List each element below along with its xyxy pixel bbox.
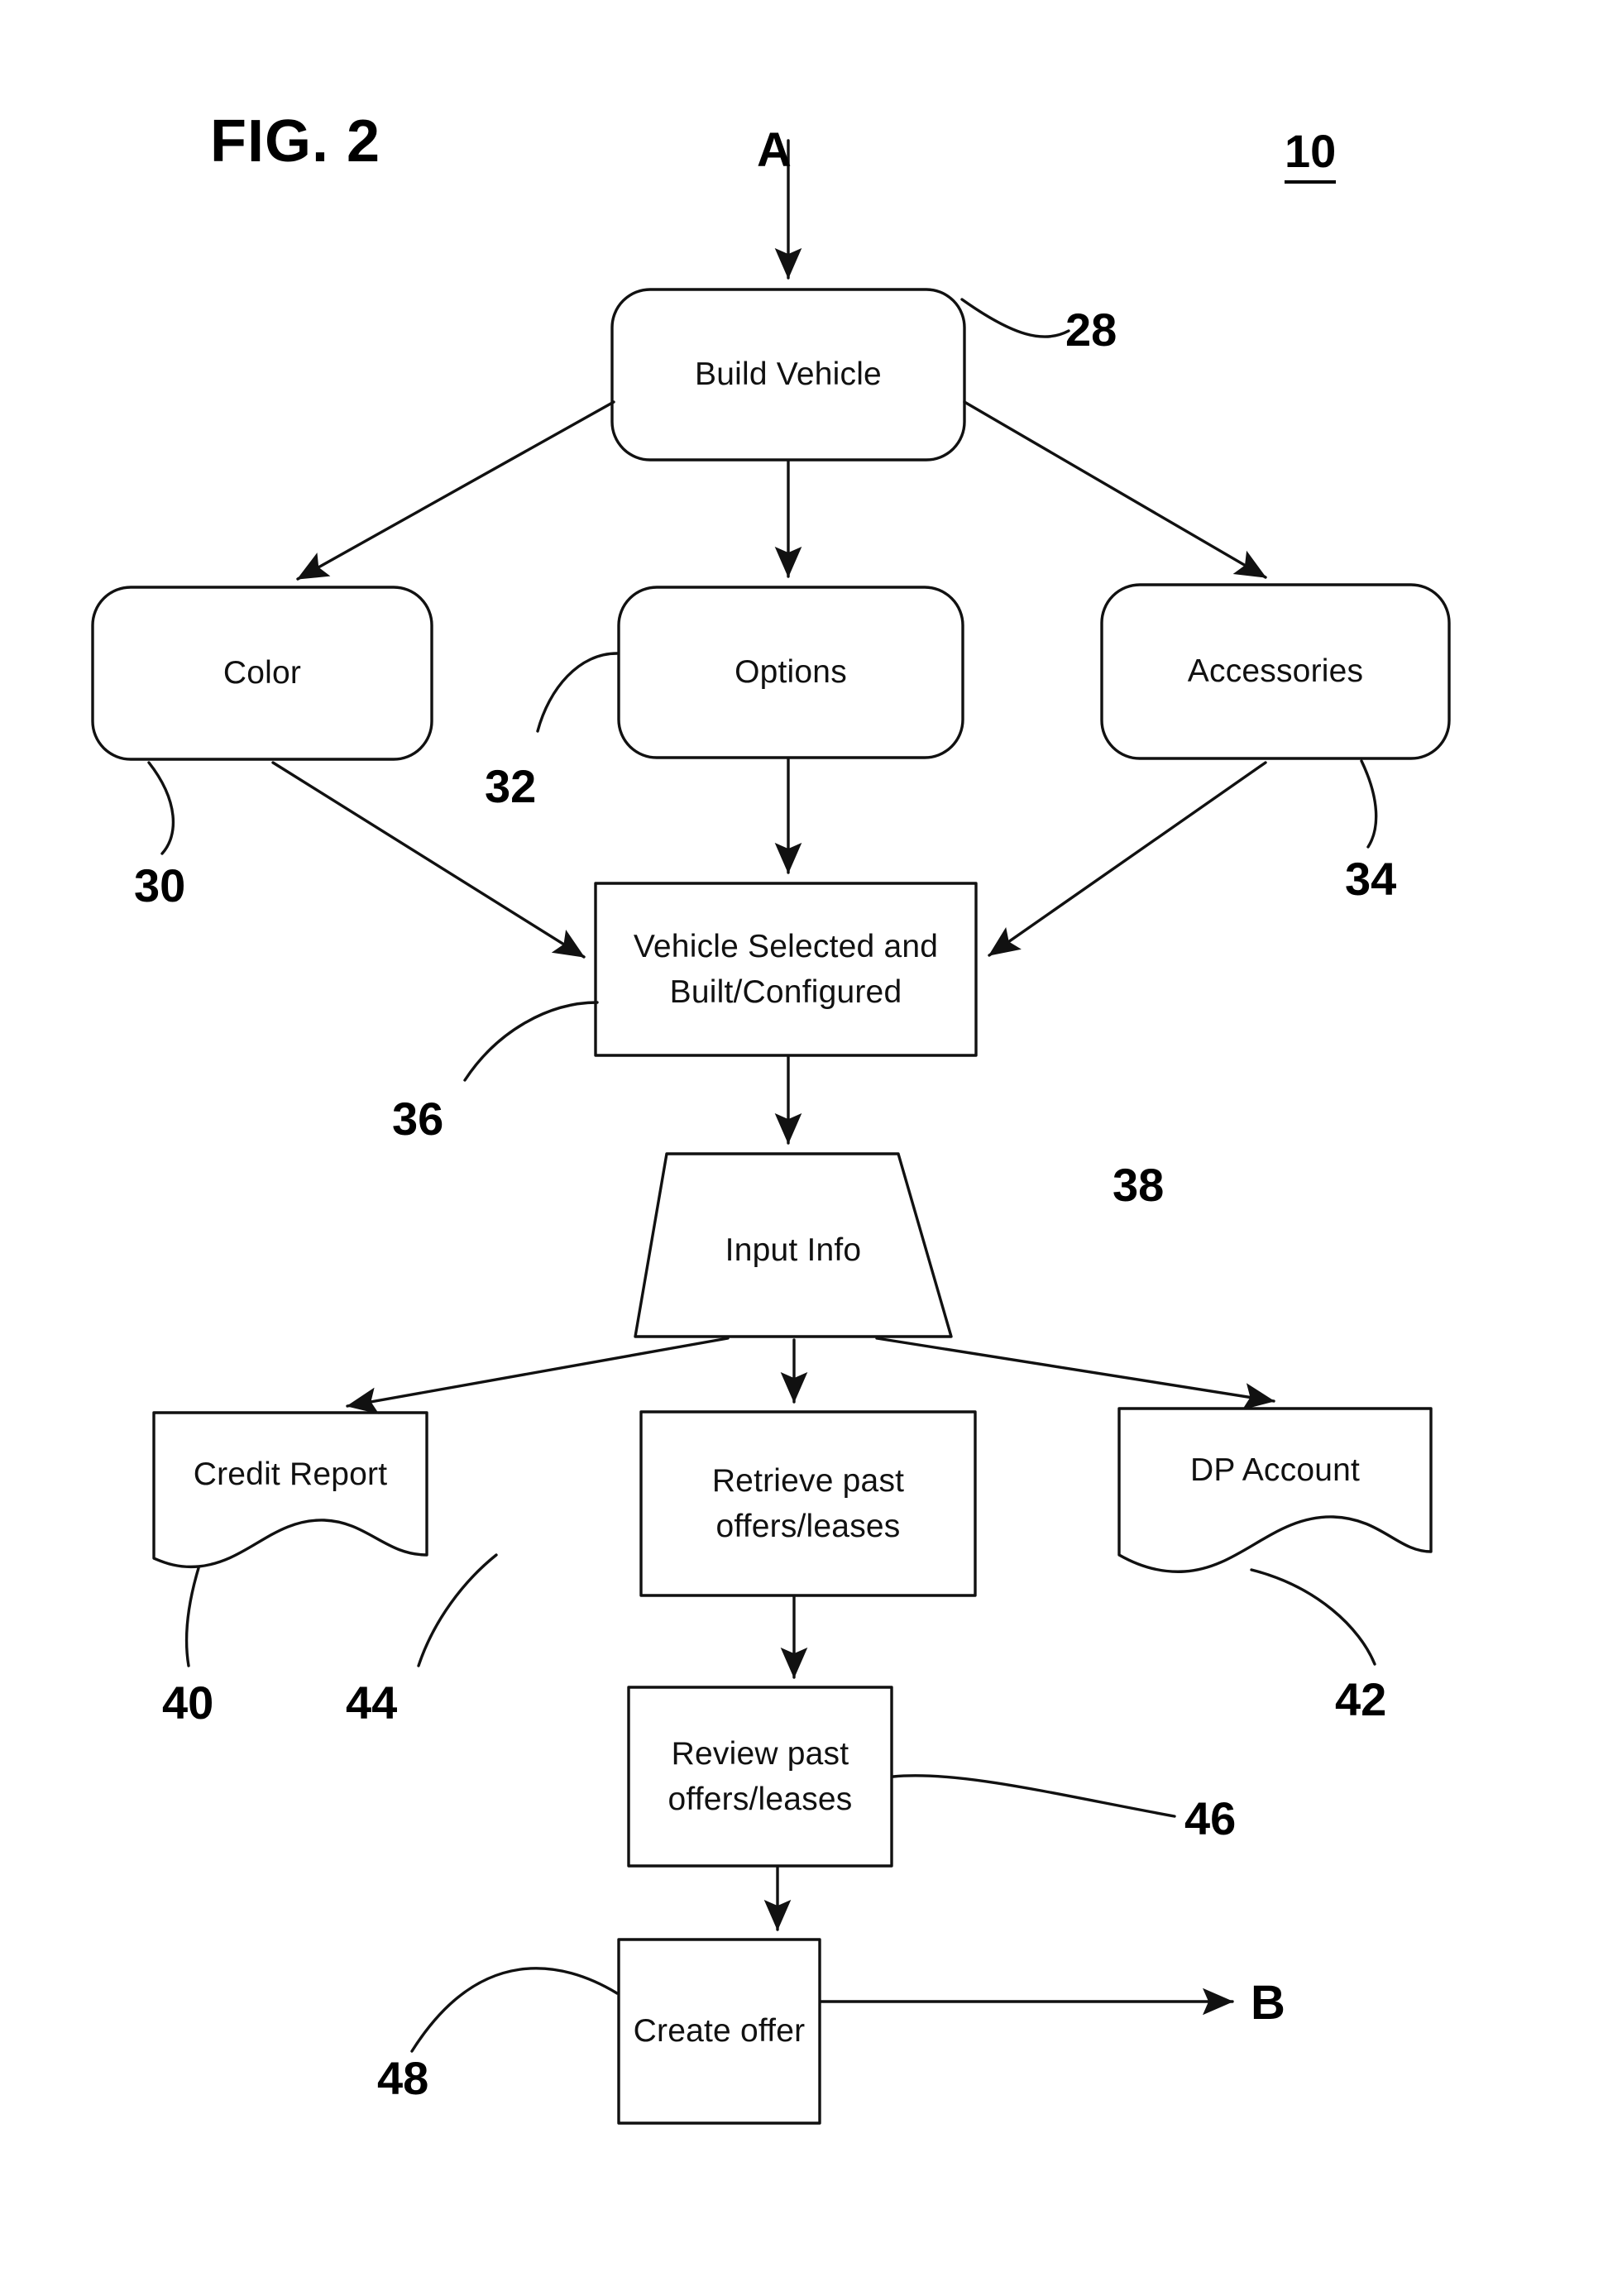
arrow-build-to-accessories (963, 400, 1267, 579)
reference-number-28: 28 (1065, 304, 1117, 356)
leader-40 (184, 1567, 200, 1667)
arrow-color-to-vehicle-selected (271, 761, 586, 959)
node-label-create-offer: Create offer (633, 2013, 806, 2050)
leader-30 (147, 761, 175, 855)
leader-36 (463, 1001, 599, 1082)
system-reference-number: 10 (1285, 124, 1337, 184)
leader-44 (417, 1553, 498, 1667)
leader-28 (960, 298, 1070, 338)
arrow-input-info-to-credit-report (346, 1337, 730, 1414)
node-label-dp-account: DP Account (1189, 1452, 1361, 1489)
arrow-input-info-to-dp-account (875, 1337, 1275, 1410)
reference-number-44: 44 (346, 1677, 398, 1729)
reference-number-34: 34 (1345, 853, 1397, 905)
reference-number-48: 48 (377, 2052, 429, 2104)
node-label-options: Options (735, 654, 847, 691)
figure-title: FIG. 2 (210, 108, 381, 175)
figure-canvas: FIG. 2 10 A B Build Vehicle Color Option… (0, 0, 1603, 2296)
leader-48 (410, 1967, 619, 2053)
node-label-retrieve-past: Retrieve past offers/leases (711, 1462, 905, 1544)
node-label-credit-report: Credit Report (193, 1457, 388, 1493)
connector-a-label: A (757, 123, 792, 177)
node-label-vehicle-selected: Vehicle Selected and Built/Configured (633, 928, 939, 1010)
arrow-accessories-to-vehicle-selected (988, 761, 1267, 957)
leader-32 (536, 652, 619, 733)
reference-number-30: 30 (134, 859, 186, 911)
node-label-color: Color (223, 655, 302, 691)
reference-number-42: 42 (1335, 1673, 1387, 1725)
leader-42 (1250, 1568, 1376, 1666)
node-label-build-vehicle: Build Vehicle (695, 356, 882, 393)
node-label-input-info: Input Info (725, 1232, 862, 1269)
reference-number-38: 38 (1113, 1159, 1165, 1211)
reference-number-36: 36 (392, 1093, 444, 1145)
leader-46 (892, 1774, 1176, 1818)
leader-34 (1360, 759, 1378, 849)
reference-number-40: 40 (162, 1677, 214, 1729)
node-label-review-past: Review past offers/leases (668, 1735, 853, 1817)
node-label-accessories: Accessories (1187, 653, 1364, 690)
connector-b-label: B (1251, 1976, 1285, 2030)
arrow-build-to-color (296, 400, 615, 581)
reference-number-32: 32 (485, 760, 537, 812)
reference-number-46: 46 (1184, 1792, 1237, 1844)
